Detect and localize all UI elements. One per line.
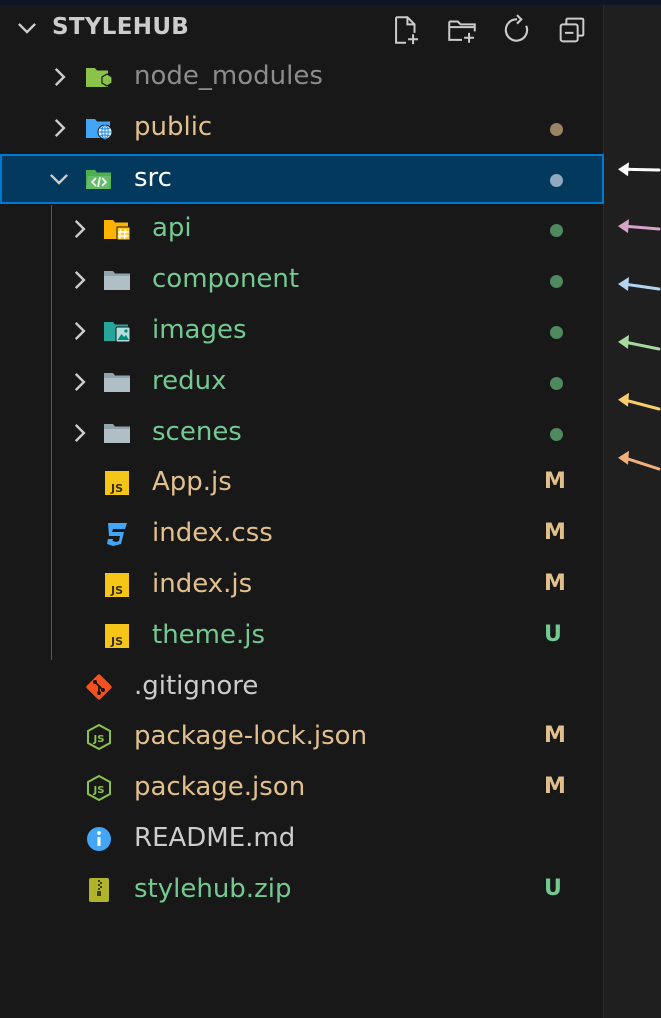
tree-file-index-js[interactable]: JS index.js M: [0, 560, 604, 610]
refresh-icon[interactable]: [500, 13, 534, 47]
git-status-dot: [550, 275, 563, 289]
tree-item-label: node_modules: [134, 61, 323, 91]
tree-folder-api[interactable]: api: [0, 204, 604, 254]
tree-folder-src[interactable]: src: [0, 153, 604, 204]
public-folder-icon: [84, 113, 114, 143]
git-status-dot: [550, 427, 563, 441]
svg-text:JS: JS: [93, 785, 105, 796]
src-folder-icon: [84, 164, 114, 194]
tree-item-label: theme.js: [152, 619, 266, 650]
tree-folder-component[interactable]: component: [0, 255, 604, 305]
tree-folder-scenes[interactable]: scenes: [0, 408, 604, 458]
tree-item-label: App.js: [152, 467, 232, 498]
images-folder-icon: [102, 316, 132, 346]
tree-item-label: src: [134, 162, 172, 193]
tree-file-theme-js[interactable]: JS theme.js U: [0, 611, 604, 661]
tree-item-label: public: [134, 111, 213, 142]
collapse-all-icon[interactable]: [555, 13, 589, 47]
annotation-arrow-scenes: [618, 450, 661, 471]
svg-text:JS: JS: [110, 635, 123, 648]
git-status-dot: [550, 326, 563, 339]
tree-file-package-lock-json[interactable]: JS package-lock.json M: [0, 712, 604, 762]
git-status-badge: U: [544, 621, 562, 647]
tree-item-label: stylehub.zip: [134, 873, 292, 904]
git-status-badge: M: [544, 723, 566, 749]
git-status-badge: U: [544, 875, 562, 901]
explorer-section-header[interactable]: STYLEHUB: [0, 5, 604, 49]
chevron-right-icon[interactable]: [46, 64, 72, 90]
new-file-icon[interactable]: [389, 13, 423, 47]
tree-item-label: index.css: [152, 518, 273, 549]
folder-icon: [102, 265, 132, 295]
new-folder-icon[interactable]: [445, 13, 479, 47]
folder-icon: [102, 418, 132, 448]
tree-item-label: index.js: [152, 569, 253, 599]
tree-item-label: component: [152, 264, 300, 295]
git-status-dot: [550, 122, 563, 136]
tree-file-stylehub-zip[interactable]: stylehub.zip U: [0, 865, 604, 915]
js-file-icon: JS: [102, 621, 132, 651]
js-file-icon: JS: [102, 468, 132, 498]
tree-file-index-css[interactable]: index.css M: [0, 509, 604, 559]
api-folder-icon: [102, 214, 132, 244]
tree-item-label: images: [152, 315, 247, 345]
node-json-icon: JS: [84, 722, 114, 752]
tree-folder-node-modules[interactable]: node_modules: [0, 52, 604, 102]
tree-item-label: package.json: [134, 772, 306, 803]
git-status-badge: M: [544, 469, 566, 495]
tree-item-label: README.md: [134, 823, 296, 853]
git-status-badge: M: [544, 520, 566, 546]
annotation-arrow-component: [618, 277, 661, 292]
annotation-arrow-redux: [618, 392, 661, 411]
tree-item-label: redux: [152, 365, 227, 396]
tree-file-gitignore[interactable]: .gitignore: [0, 662, 604, 712]
tree-item-label: .gitignore: [134, 670, 259, 701]
annotation-arrow-api: [618, 219, 661, 234]
chevron-right-icon[interactable]: [66, 267, 92, 293]
tree-folder-redux[interactable]: redux: [0, 357, 604, 407]
git-status-dot: [550, 224, 563, 238]
tree-item-label: scenes: [152, 416, 242, 447]
chevron-right-icon[interactable]: [66, 420, 92, 446]
git-status-badge: M: [544, 774, 566, 800]
chevron-right-icon[interactable]: [46, 115, 72, 141]
node-folder-icon: [84, 62, 114, 92]
tree-file-app-js[interactable]: JS App.js M: [0, 458, 604, 508]
chevron-right-icon[interactable]: [66, 318, 92, 344]
tree-file-package-json[interactable]: JS package.json M: [0, 763, 604, 813]
tree-item-label: api: [152, 213, 192, 244]
folder-icon: [102, 367, 132, 397]
chevron-right-icon[interactable]: [66, 216, 92, 242]
annotation-arrow-images: [618, 334, 661, 351]
js-file-icon: JS: [102, 570, 132, 600]
css-file-icon: [102, 519, 132, 549]
tree-item-label: package-lock.json: [134, 721, 368, 752]
annotation-arrow-src: [618, 161, 661, 176]
git-status-badge: M: [544, 571, 566, 596]
svg-text:JS: JS: [110, 584, 123, 597]
node-json-icon: JS: [84, 773, 114, 803]
tree-file-readme-md[interactable]: README.md: [0, 814, 604, 864]
git-status-dot: [550, 173, 563, 187]
chevron-down-icon: [18, 23, 36, 34]
svg-text:JS: JS: [93, 734, 105, 745]
info-icon: [84, 824, 114, 854]
tree-folder-public[interactable]: public: [0, 103, 604, 153]
chevron-down-icon[interactable]: [46, 166, 72, 192]
git-file-icon: [84, 672, 114, 702]
zip-file-icon: [84, 875, 114, 905]
tree-folder-images[interactable]: images: [0, 306, 604, 356]
workspace-root-title: STYLEHUB: [52, 14, 190, 40]
git-status-dot: [550, 376, 563, 390]
svg-text:JS: JS: [110, 482, 123, 495]
chevron-right-icon[interactable]: [66, 369, 92, 395]
